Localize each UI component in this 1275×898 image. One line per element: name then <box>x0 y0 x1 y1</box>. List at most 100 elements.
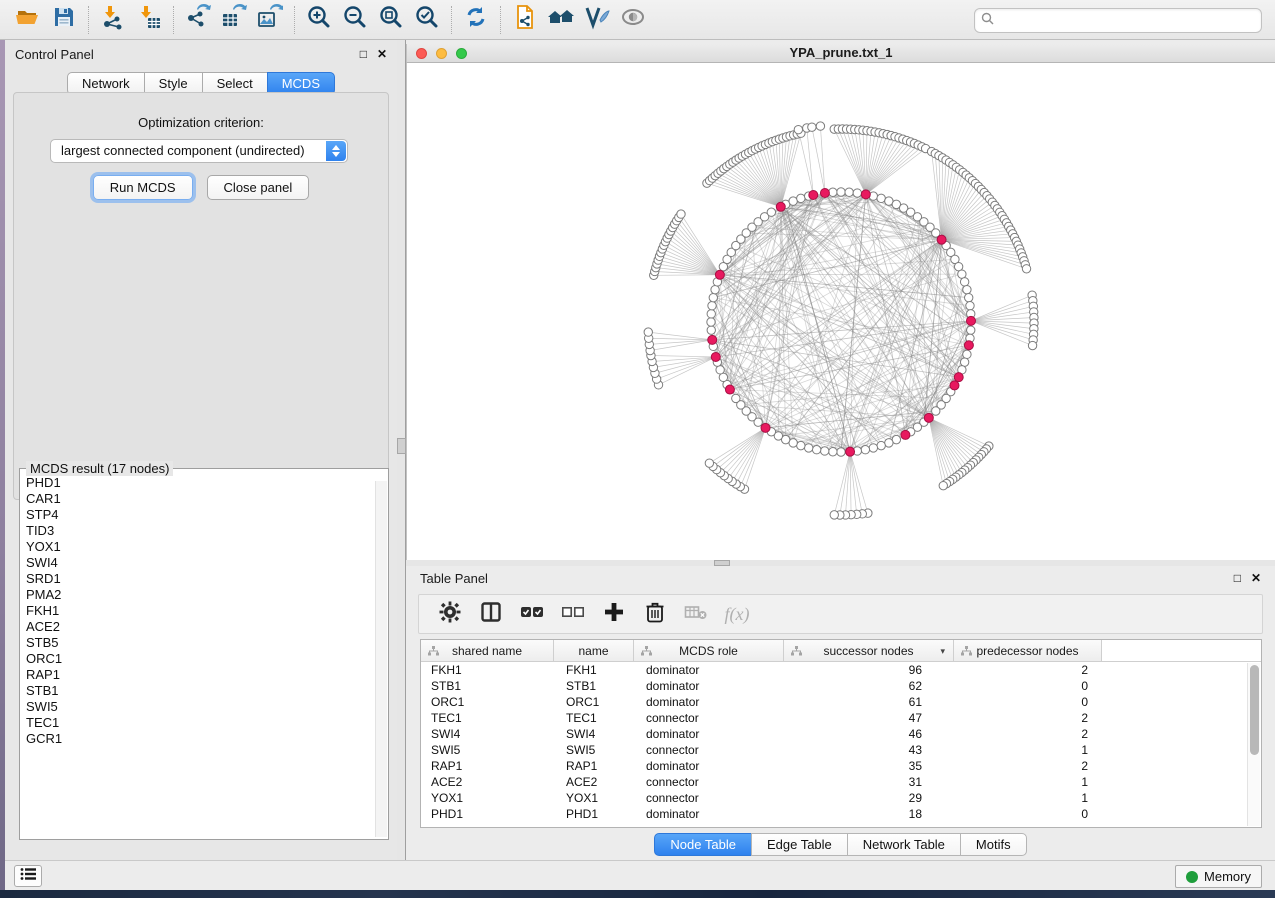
window-close-traffic-light[interactable] <box>416 48 427 59</box>
network-canvas[interactable] <box>406 63 1275 560</box>
column-header-MCDS-role[interactable]: MCDS role <box>634 640 784 661</box>
close-panel-icon[interactable]: ✕ <box>1251 572 1261 584</box>
mcds-result-item[interactable]: CAR1 <box>26 491 374 507</box>
mcds-result-item[interactable]: PHD1 <box>26 475 374 491</box>
cell-mcds_role: dominator <box>634 662 784 678</box>
export-image-button[interactable] <box>252 3 288 37</box>
mcds-result-item[interactable]: GCR1 <box>26 731 374 747</box>
column-header-shared-name[interactable]: shared name <box>421 640 554 661</box>
cell-successor_nodes: 29 <box>784 790 954 806</box>
document-share-icon <box>512 4 538 35</box>
toggle-graphics-details-button[interactable] <box>579 3 615 37</box>
tab-node-table[interactable]: Node Table <box>654 833 752 856</box>
home-networks-button[interactable] <box>543 3 579 37</box>
export-network-button[interactable] <box>180 3 216 37</box>
mcds-result-item[interactable]: SRD1 <box>26 571 374 587</box>
table-panel: Table Panel □ ✕ <box>406 566 1275 860</box>
mcds-result-item[interactable]: ORC1 <box>26 651 374 667</box>
network-graph[interactable] <box>407 63 1275 560</box>
table-row[interactable]: STB1STB1dominator620 <box>421 678 1261 694</box>
function-builder-button-disabled[interactable]: f(x) <box>724 601 750 627</box>
table-row[interactable]: SWI4SWI4dominator462 <box>421 726 1261 742</box>
cell-predecessor_nodes: 2 <box>954 758 1102 774</box>
table-row[interactable]: SWI5SWI5connector431 <box>421 742 1261 758</box>
add-column-button[interactable] <box>601 601 627 627</box>
window-minimize-traffic-light[interactable] <box>436 48 447 59</box>
double-house-icon <box>546 4 576 35</box>
tab-motifs[interactable]: Motifs <box>960 833 1027 856</box>
task-history-button[interactable] <box>14 865 42 887</box>
open-session-button[interactable] <box>10 3 46 37</box>
import-table-button[interactable] <box>131 3 167 37</box>
mcds-result-item[interactable]: STP4 <box>26 507 374 523</box>
close-panel-icon[interactable]: ✕ <box>377 48 387 60</box>
mcds-result-item[interactable]: TEC1 <box>26 715 374 731</box>
zoom-fit-button[interactable] <box>373 3 409 37</box>
window-maximize-traffic-light[interactable] <box>456 48 467 59</box>
table-settings-button[interactable] <box>437 601 463 627</box>
table-row[interactable]: FKH1FKH1dominator962 <box>421 662 1261 678</box>
select-all-button[interactable] <box>519 601 545 627</box>
cell-mcds_role: dominator <box>634 758 784 774</box>
column-header-label: name <box>578 644 608 658</box>
show-columns-button[interactable] <box>478 601 504 627</box>
delete-column-button[interactable] <box>642 601 668 627</box>
refresh-icon <box>463 4 489 35</box>
mcds-result-item[interactable]: SWI4 <box>26 555 374 571</box>
vertical-splitter[interactable] <box>397 40 406 860</box>
column-header-name[interactable]: name <box>554 640 634 661</box>
zoom-selected-button[interactable] <box>409 3 445 37</box>
mcds-result-item[interactable]: YOX1 <box>26 539 374 555</box>
float-panel-icon[interactable]: □ <box>1234 572 1241 584</box>
zoom-in-button[interactable] <box>301 3 337 37</box>
table-row[interactable]: ORC1ORC1dominator610 <box>421 694 1261 710</box>
table-row[interactable]: YOX1YOX1connector291 <box>421 790 1261 806</box>
graphics-details-icon <box>583 4 611 35</box>
export-table-button[interactable] <box>216 3 252 37</box>
tab-edge-table[interactable]: Edge Table <box>751 833 848 856</box>
mcds-result-list[interactable]: PHD1CAR1STP4TID3YOX1SWI4SRD1PMA2FKH1ACE2… <box>26 475 374 837</box>
scrollbar-thumb[interactable] <box>1250 665 1259 755</box>
table-row[interactable]: ACE2ACE2connector311 <box>421 774 1261 790</box>
mcds-result-item[interactable]: TID3 <box>26 523 374 539</box>
cell-predecessor_nodes: 0 <box>954 694 1102 710</box>
tab-network-table[interactable]: Network Table <box>847 833 961 856</box>
float-panel-icon[interactable]: □ <box>360 48 367 60</box>
mcds-result-item[interactable]: ACE2 <box>26 619 374 635</box>
share-document-button[interactable] <box>507 3 543 37</box>
mcds-result-item[interactable]: RAP1 <box>26 667 374 683</box>
table-header-row: shared name name MCDS rolesuccessor nodes▾… <box>421 640 1261 662</box>
zoom-out-button[interactable] <box>337 3 373 37</box>
column-header-successor-nodes[interactable]: successor nodes▾ <box>784 640 954 661</box>
save-session-button[interactable] <box>46 3 82 37</box>
criterion-select[interactable]: largest connected component (undirected) <box>50 139 348 163</box>
splitter-grip[interactable] <box>397 438 406 454</box>
table-row[interactable]: PHD1PHD1dominator180 <box>421 806 1261 822</box>
cell-name: RAP1 <box>554 758 634 774</box>
table-scrollbar[interactable] <box>1247 663 1260 826</box>
mcds-result-item[interactable]: STB1 <box>26 683 374 699</box>
toolbar-separator <box>294 6 295 34</box>
show-hide-panel-button[interactable] <box>615 3 651 37</box>
table-row[interactable]: TEC1TEC1connector472 <box>421 710 1261 726</box>
deselect-all-button[interactable] <box>560 601 586 627</box>
mcds-result-item[interactable]: STB5 <box>26 635 374 651</box>
search-input[interactable] <box>998 14 1255 28</box>
cell-name: ORC1 <box>554 694 634 710</box>
delete-table-button-disabled[interactable] <box>683 601 709 627</box>
import-network-button[interactable] <box>95 3 131 37</box>
table-row[interactable]: RAP1RAP1dominator352 <box>421 758 1261 774</box>
search-box[interactable] <box>974 8 1262 33</box>
run-mcds-button[interactable]: Run MCDS <box>93 175 193 200</box>
column-header-predecessor-nodes[interactable]: predecessor nodes <box>954 640 1102 661</box>
mcds-result-item[interactable]: PMA2 <box>26 587 374 603</box>
mcds-result-item[interactable]: SWI5 <box>26 699 374 715</box>
node-table[interactable]: shared name name MCDS rolesuccessor nodes▾… <box>420 639 1262 828</box>
close-panel-button[interactable]: Close panel <box>207 175 310 200</box>
mcds-tab-content: Optimization criterion: largest connecte… <box>13 92 389 500</box>
mcds-result-item[interactable]: FKH1 <box>26 603 374 619</box>
refresh-button[interactable] <box>458 3 494 37</box>
result-list-scrollbar[interactable] <box>375 481 387 837</box>
network-window-titlebar[interactable]: YPA_prune.txt_1 <box>406 44 1275 63</box>
memory-button[interactable]: Memory <box>1175 865 1262 888</box>
